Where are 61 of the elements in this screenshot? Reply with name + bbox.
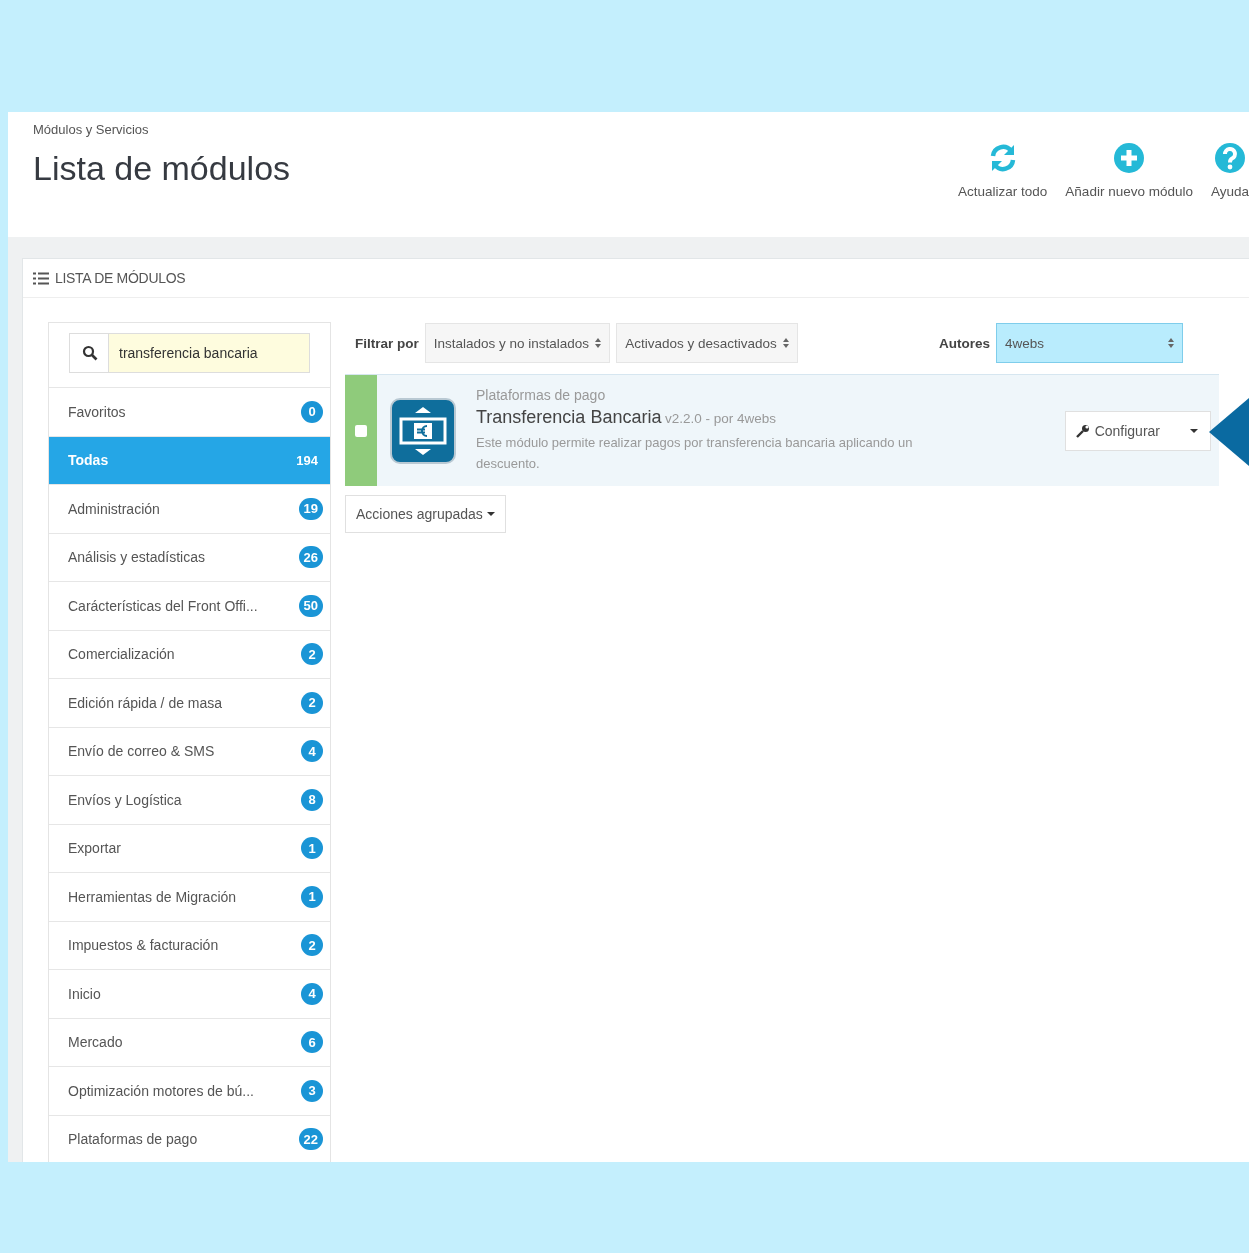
category-item[interactable]: Edición rápida / de masa 2 bbox=[49, 678, 330, 727]
caret-icon bbox=[486, 512, 495, 516]
bulk-actions-button[interactable]: Acciones agrupadas bbox=[345, 495, 506, 533]
category-item[interactable]: Optimización motores de bú... 3 bbox=[49, 1066, 330, 1115]
sort-arrows-icon bbox=[1168, 338, 1174, 348]
category-item[interactable]: Favoritos 0 bbox=[49, 387, 330, 436]
search-icon bbox=[82, 345, 98, 361]
checkbox[interactable] bbox=[355, 424, 367, 437]
list-icon bbox=[33, 271, 49, 285]
count-badge: 22 bbox=[298, 1128, 323, 1151]
count-badge: 26 bbox=[298, 546, 323, 569]
callout-arrow bbox=[1209, 398, 1249, 466]
filter-label: Filtrar por bbox=[355, 335, 419, 351]
sort-arrows-icon bbox=[595, 338, 602, 348]
caret-icon bbox=[1190, 428, 1198, 433]
category-item[interactable]: Carácterísticas del Front Offi... 50 bbox=[49, 581, 330, 630]
category-item[interactable]: Mercado 6 bbox=[49, 1017, 330, 1066]
count-badge: 1 bbox=[301, 885, 323, 908]
category-item[interactable]: Envíos y Logística 8 bbox=[49, 775, 330, 824]
count-badge: 2 bbox=[301, 643, 323, 666]
category-item[interactable]: Impuestos & facturación 2 bbox=[49, 920, 330, 969]
search-field[interactable]: transferencia bancaria bbox=[69, 333, 310, 373]
banknote-icon bbox=[390, 397, 456, 464]
category-item[interactable]: Herramientas de Migración 1 bbox=[49, 872, 330, 921]
sort-arrows-icon bbox=[782, 338, 789, 348]
panel-heading: LISTA DE MÓDULOS bbox=[55, 270, 186, 286]
authors-label: Autores bbox=[939, 335, 990, 351]
count-badge: 8 bbox=[301, 788, 323, 811]
module-name: Transferencia Bancaria bbox=[476, 407, 662, 427]
category-item[interactable]: Administración 19 bbox=[49, 484, 330, 533]
filter-select[interactable]: Instalados y no instalados bbox=[424, 323, 611, 363]
add-icon bbox=[1113, 142, 1146, 174]
filter-select[interactable]: Activados y desactivados bbox=[616, 323, 798, 363]
count-badge: 6 bbox=[301, 1031, 323, 1054]
count-badge: 50 bbox=[298, 594, 323, 617]
wrench-icon bbox=[1075, 423, 1090, 438]
module-description: Este módulo permite realizar pagos por transferencia bancaria aplicando un descuento. bbox=[476, 434, 914, 473]
category-item[interactable]: Envío de correo & SMS 4 bbox=[49, 726, 330, 775]
count-badge: 0 bbox=[301, 400, 323, 423]
toolbar-button[interactable]: Actualizar todo bbox=[958, 142, 1048, 199]
count-label: 194 bbox=[295, 451, 319, 470]
category-item[interactable]: Exportar 1 bbox=[49, 823, 330, 872]
toolbar-button[interactable]: Añadir nuevo módulo bbox=[1065, 142, 1193, 199]
count-badge: 4 bbox=[301, 740, 323, 763]
page-title: Lista de módulos bbox=[33, 149, 291, 188]
help-icon bbox=[1213, 142, 1246, 174]
toolbar-button[interactable]: Ayuda bbox=[1210, 142, 1249, 199]
count-badge: 4 bbox=[301, 982, 323, 1005]
module-version: v2.2.0 - por 4webs bbox=[665, 411, 777, 426]
authors-select[interactable]: 4webs bbox=[996, 323, 1183, 363]
category-item[interactable]: Inicio 4 bbox=[49, 969, 330, 1018]
count-badge: 2 bbox=[301, 934, 323, 957]
count-badge: 2 bbox=[301, 691, 323, 714]
module-category: Plataformas de pago bbox=[476, 387, 607, 403]
breadcrumb: Módulos y Servicios bbox=[33, 122, 150, 137]
category-item[interactable]: Análisis y estadísticas 26 bbox=[49, 532, 330, 581]
category-item[interactable]: Comercialización 2 bbox=[49, 629, 330, 678]
count-badge: 19 bbox=[298, 497, 323, 520]
category-item[interactable]: Plataformas de pago 22 bbox=[49, 1114, 330, 1162]
count-badge: 1 bbox=[301, 837, 323, 860]
count-badge: 3 bbox=[301, 1079, 323, 1102]
